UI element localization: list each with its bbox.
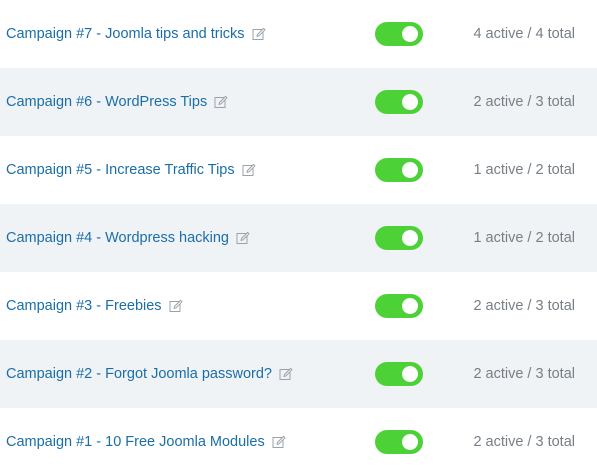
campaign-status-toggle[interactable] (375, 90, 423, 114)
campaign-counts: 2 active / 3 total (473, 94, 575, 110)
toggle-knob (402, 94, 418, 110)
campaign-name-wrap: Campaign #1 - 10 Free Joomla Modules (6, 408, 286, 476)
edit-icon-graphic (279, 367, 293, 380)
campaign-name-wrap: Campaign #3 - Freebies (6, 272, 183, 340)
campaign-name-link[interactable]: Campaign #6 - WordPress Tips (6, 94, 207, 110)
edit-icon-graphic (242, 163, 256, 176)
edit-icon[interactable] (169, 299, 183, 313)
campaign-name-link[interactable]: Campaign #7 - Joomla tips and tricks (6, 26, 245, 42)
edit-icon[interactable] (242, 163, 256, 177)
campaign-status-toggle[interactable] (375, 294, 423, 318)
toggle-knob (402, 298, 418, 314)
edit-icon[interactable] (279, 367, 293, 381)
campaign-counts: 2 active / 3 total (473, 298, 575, 314)
campaign-name-wrap: Campaign #7 - Joomla tips and tricks (6, 0, 266, 68)
edit-icon[interactable] (252, 27, 266, 41)
campaign-row: Campaign #5 - Increase Traffic Tips 1 ac… (0, 136, 597, 204)
campaign-name-wrap: Campaign #5 - Increase Traffic Tips (6, 136, 256, 204)
edit-icon[interactable] (272, 435, 286, 449)
campaign-name-link[interactable]: Campaign #3 - Freebies (6, 298, 162, 314)
toggle-knob (402, 434, 418, 450)
campaign-name-wrap: Campaign #2 - Forgot Joomla password? (6, 340, 293, 408)
campaign-counts: 2 active / 3 total (473, 434, 575, 450)
toggle-knob (402, 230, 418, 246)
campaign-row: Campaign #4 - Wordpress hacking 1 active… (0, 204, 597, 272)
campaign-name-link[interactable]: Campaign #1 - 10 Free Joomla Modules (6, 434, 265, 450)
campaign-name-link[interactable]: Campaign #4 - Wordpress hacking (6, 230, 229, 246)
campaign-row: Campaign #7 - Joomla tips and tricks 4 a… (0, 0, 597, 68)
toggle-knob (402, 162, 418, 178)
edit-icon[interactable] (236, 231, 250, 245)
campaign-row: Campaign #2 - Forgot Joomla password? 2 … (0, 340, 597, 408)
campaign-counts: 2 active / 3 total (473, 366, 575, 382)
campaign-name-wrap: Campaign #6 - WordPress Tips (6, 68, 228, 136)
campaign-row: Campaign #3 - Freebies 2 active / 3 tota… (0, 272, 597, 340)
edit-icon[interactable] (214, 95, 228, 109)
campaign-counts: 1 active / 2 total (473, 230, 575, 246)
edit-icon-graphic (236, 231, 250, 244)
toggle-knob (402, 26, 418, 42)
edit-icon-graphic (252, 27, 266, 40)
campaign-counts: 4 active / 4 total (473, 26, 575, 42)
campaign-status-toggle[interactable] (375, 430, 423, 454)
campaign-status-toggle[interactable] (375, 22, 423, 46)
campaign-name-link[interactable]: Campaign #2 - Forgot Joomla password? (6, 366, 272, 382)
campaign-counts: 1 active / 2 total (473, 162, 575, 178)
campaign-status-toggle[interactable] (375, 226, 423, 250)
campaign-list: Campaign #7 - Joomla tips and tricks 4 a… (0, 0, 597, 476)
edit-icon-graphic (169, 299, 183, 312)
campaign-status-toggle[interactable] (375, 362, 423, 386)
campaign-name-link[interactable]: Campaign #5 - Increase Traffic Tips (6, 162, 235, 178)
edit-icon-graphic (272, 435, 286, 448)
edit-icon-graphic (214, 95, 228, 108)
campaign-name-wrap: Campaign #4 - Wordpress hacking (6, 204, 250, 272)
campaign-row: Campaign #1 - 10 Free Joomla Modules 2 a… (0, 408, 597, 476)
campaign-row: Campaign #6 - WordPress Tips 2 active / … (0, 68, 597, 136)
toggle-knob (402, 366, 418, 382)
campaign-status-toggle[interactable] (375, 158, 423, 182)
